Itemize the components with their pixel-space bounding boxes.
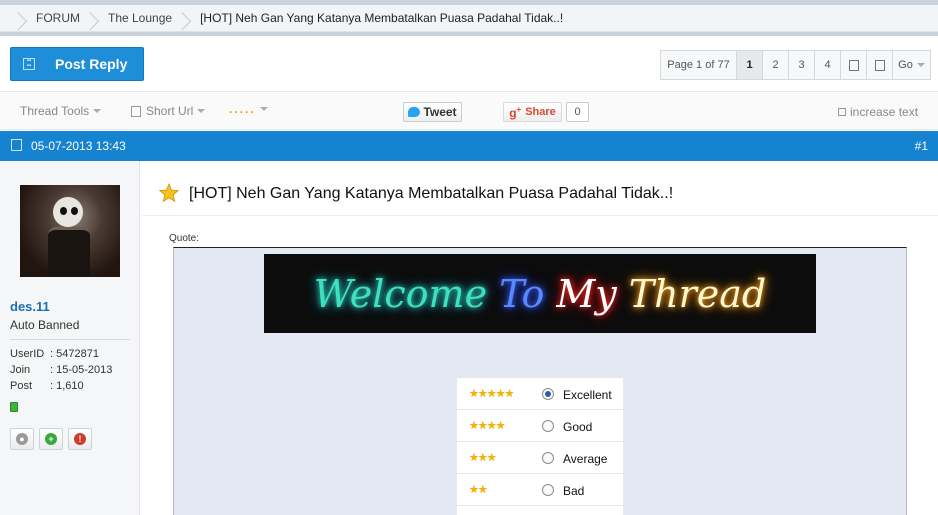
- poll-option-average[interactable]: ★★★ Average: [457, 442, 623, 474]
- caret-down-icon: [916, 63, 925, 67]
- user-join-row: Join: 15-05-2013: [10, 364, 113, 376]
- user-profile-button[interactable]: ●: [10, 428, 34, 450]
- rating-dropdown[interactable]: .....: [229, 102, 268, 116]
- breadcrumb-lounge[interactable]: The Lounge: [92, 5, 184, 32]
- post-header: 05-07-2013 13:43 #1: [0, 131, 938, 161]
- radio-excellent[interactable]: [542, 388, 554, 400]
- radio-bad[interactable]: [542, 484, 554, 496]
- increase-text-toggle[interactable]: increase text: [838, 105, 918, 119]
- go-to-page-dropdown[interactable]: Go: [893, 51, 930, 79]
- checkbox-icon: [838, 108, 846, 116]
- poll-option-good[interactable]: ★★★★ Good: [457, 410, 623, 442]
- share-count: 0: [566, 102, 589, 122]
- online-status-icon: [10, 402, 18, 412]
- post-number-link[interactable]: #1: [915, 139, 928, 153]
- report-button[interactable]: !: [68, 428, 92, 450]
- pagination: Page 1 of 77 1 2 3 4 Go: [660, 50, 931, 80]
- caret-down-icon: [93, 109, 102, 113]
- rating-stars-icon: ★★★: [469, 452, 497, 464]
- user-post-row: Post: 1,610: [10, 380, 84, 392]
- user-title: Auto Banned: [10, 318, 80, 332]
- plus-icon: +: [45, 433, 57, 445]
- username-link[interactable]: des.11: [10, 299, 50, 314]
- avatar[interactable]: [20, 185, 120, 277]
- post-icon: [11, 139, 22, 151]
- divider: [141, 215, 938, 216]
- caret-down-icon: [197, 109, 206, 113]
- breadcrumb-current-thread: [HOT] Neh Gan Yang Katanya Membatalkan P…: [184, 5, 575, 32]
- quote-label: Quote:: [169, 233, 200, 244]
- page-1-button[interactable]: 1: [737, 51, 763, 79]
- short-url-dropdown[interactable]: Short Url: [131, 104, 206, 118]
- caret-down-icon: [259, 107, 268, 111]
- rating-poll: ★★★★★ Excellent ★★★★ Good ★★★ Average ★★…: [457, 378, 623, 515]
- user-id-row: UserID: 5472871: [10, 348, 99, 360]
- next-page-button[interactable]: [841, 51, 867, 79]
- radio-good[interactable]: [542, 420, 554, 432]
- page-label: Page 1 of 77: [661, 51, 737, 79]
- quote-block: Welcome To My Thread ★★★★★ Excellent ★★★…: [173, 247, 907, 515]
- last-page-button[interactable]: [867, 51, 893, 79]
- twitter-bird-icon: [408, 107, 421, 117]
- breadcrumb-forum[interactable]: FORUM: [20, 5, 92, 32]
- link-icon: [131, 105, 141, 117]
- tweet-button[interactable]: Tweet: [403, 102, 462, 122]
- last-page-icon: [874, 59, 885, 71]
- poll-option-excellent[interactable]: ★★★★★ Excellent: [457, 378, 623, 410]
- page-4-button[interactable]: 4: [815, 51, 841, 79]
- thread-tools-dropdown[interactable]: Thread Tools: [20, 104, 102, 118]
- thread-tools-bar: Thread Tools Short Url ..... Tweet g+ Sha…: [0, 92, 938, 130]
- page-3-button[interactable]: 3: [789, 51, 815, 79]
- thread-toolbar: ▪▪ ▪▪ Post Reply Page 1 of 77 1 2 3 4 Go: [0, 36, 938, 92]
- reply-icon: ▪▪ ▪▪: [23, 58, 35, 70]
- rating-stars-icon: ★★★★: [469, 420, 505, 432]
- divider: [10, 339, 130, 340]
- user-sidebar: des.11 Auto Banned UserID: 5472871 Join:…: [0, 161, 140, 515]
- rating-stars-icon: ★★★★★: [469, 388, 514, 400]
- google-plus-icon: g+: [509, 104, 522, 120]
- post-reply-button[interactable]: ▪▪ ▪▪ Post Reply: [10, 47, 144, 81]
- star-icon: [159, 183, 179, 203]
- user-icon: ●: [16, 433, 28, 445]
- next-page-icon: [848, 59, 859, 71]
- chevron-right-icon: [92, 5, 102, 32]
- warning-icon: !: [74, 433, 86, 445]
- add-reputation-button[interactable]: +: [39, 428, 63, 450]
- poll-option-bad[interactable]: ★★ Bad: [457, 474, 623, 506]
- chevron-right-icon: [20, 5, 30, 32]
- radio-average[interactable]: [542, 452, 554, 464]
- breadcrumb: FORUM The Lounge [HOT] Neh Gan Yang Kata…: [0, 5, 938, 32]
- post-title: [HOT] Neh Gan Yang Katanya Membatalkan P…: [189, 185, 674, 202]
- welcome-banner-image: Welcome To My Thread: [264, 254, 816, 333]
- chevron-right-icon: [184, 5, 194, 32]
- page-2-button[interactable]: 2: [763, 51, 789, 79]
- post-content: [HOT] Neh Gan Yang Katanya Membatalkan P…: [141, 161, 938, 515]
- google-plus-share-button[interactable]: g+ Share: [503, 102, 562, 122]
- rating-stars-icon: ★★: [469, 484, 488, 496]
- post-date: 05-07-2013 13:43: [31, 139, 126, 153]
